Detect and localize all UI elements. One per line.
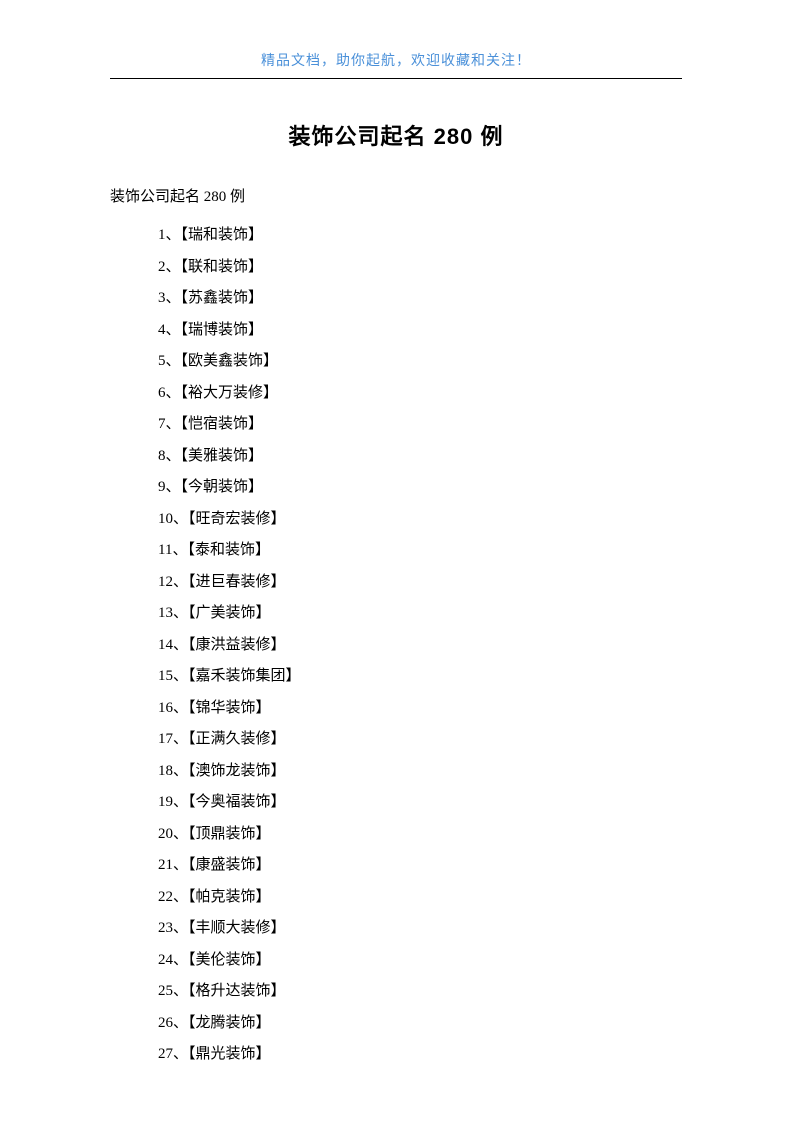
list-item: 20、【顶鼎装饰】 — [158, 819, 682, 851]
document-page: 精品文档，助你起航，欢迎收藏和关注！ 装饰公司起名 280 例 装饰公司起名 2… — [0, 0, 792, 1131]
intro-text: 装饰公司起名 280 例 — [110, 185, 682, 206]
header-divider — [110, 78, 682, 79]
list-item: 7、【恺宿装饰】 — [158, 409, 682, 441]
list-item: 26、【龙腾装饰】 — [158, 1008, 682, 1040]
document-title: 装饰公司起名 280 例 — [110, 119, 682, 151]
list-item: 6、【裕大万装修】 — [158, 378, 682, 410]
list-item: 23、【丰顺大装修】 — [158, 913, 682, 945]
list-item: 11、【泰和装饰】 — [158, 535, 682, 567]
list-item: 8、【美雅装饰】 — [158, 441, 682, 473]
list-item: 25、【格升达装饰】 — [158, 976, 682, 1008]
list-item: 27、【鼎光装饰】 — [158, 1039, 682, 1071]
list-item: 5、【欧美鑫装饰】 — [158, 346, 682, 378]
list-item: 3、【苏鑫装饰】 — [158, 283, 682, 315]
list-item: 2、【联和装饰】 — [158, 252, 682, 284]
list-item: 18、【澳饰龙装饰】 — [158, 756, 682, 788]
list-item: 17、【正满久装修】 — [158, 724, 682, 756]
list-item: 12、【进巨春装修】 — [158, 567, 682, 599]
list-item: 13、【广美装饰】 — [158, 598, 682, 630]
list-item: 24、【美伦装饰】 — [158, 945, 682, 977]
list-item: 22、【帕克装饰】 — [158, 882, 682, 914]
list-item: 15、【嘉禾装饰集团】 — [158, 661, 682, 693]
list-item: 1、【瑞和装饰】 — [158, 220, 682, 252]
company-name-list: 1、【瑞和装饰】2、【联和装饰】3、【苏鑫装饰】4、【瑞博装饰】5、【欧美鑫装饰… — [158, 220, 682, 1071]
list-item: 9、【今朝装饰】 — [158, 472, 682, 504]
header-note: 精品文档，助你起航，欢迎收藏和关注！ — [110, 50, 682, 78]
list-item: 16、【锦华装饰】 — [158, 693, 682, 725]
list-item: 4、【瑞博装饰】 — [158, 315, 682, 347]
list-item: 19、【今奥福装饰】 — [158, 787, 682, 819]
list-item: 10、【旺奇宏装修】 — [158, 504, 682, 536]
list-item: 14、【康洪益装修】 — [158, 630, 682, 662]
list-item: 21、【康盛装饰】 — [158, 850, 682, 882]
